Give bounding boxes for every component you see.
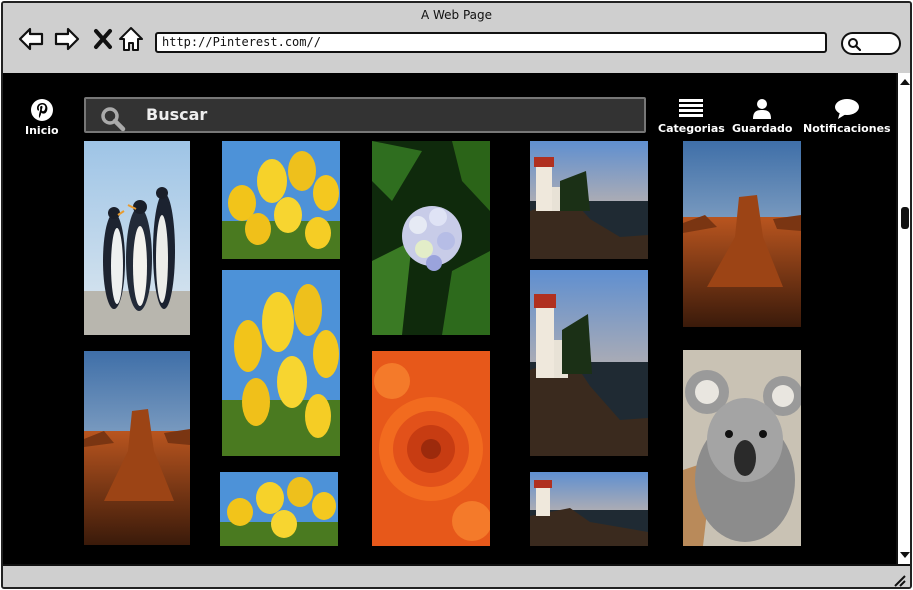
desert-rock-image [84, 351, 190, 545]
tulips-image [220, 472, 338, 546]
pin-image-tulips[interactable] [220, 472, 338, 546]
resize-grip-icon[interactable] [892, 573, 906, 587]
search-input[interactable]: Buscar [84, 97, 646, 133]
nav-notifications-label: Notificaciones [803, 122, 891, 135]
pin-image-desert-rock[interactable] [683, 141, 801, 327]
status-bar [3, 564, 910, 587]
pin-image-lighthouse[interactable] [530, 141, 648, 259]
page-content: Inicio Buscar Categorias Guardado Notifi… [3, 73, 896, 564]
menu-lines-icon [679, 99, 704, 117]
penguins-image [84, 141, 190, 335]
nav-notifications[interactable]: Notificaciones [803, 98, 891, 135]
desert-rock-image [683, 141, 801, 327]
nav-home[interactable]: Inicio [25, 98, 59, 137]
browser-titlebar: A Web Page http://Pinterest.com// [3, 3, 910, 73]
pin-image-penguins[interactable] [84, 141, 190, 335]
hydrangea-image [372, 141, 490, 335]
orange-chrysanthemum-image [372, 351, 490, 546]
pin-image-lighthouse[interactable] [530, 270, 648, 456]
tulips-image [222, 270, 340, 456]
nav-categories-label: Categorias [658, 122, 725, 135]
search-icon [848, 38, 861, 51]
lighthouse-image [530, 472, 648, 546]
arrow-left-icon [18, 27, 44, 51]
search-icon [101, 107, 126, 132]
tulips-image [222, 141, 340, 259]
pin-image-hydrangea[interactable] [372, 141, 490, 335]
vertical-scrollbar[interactable] [896, 73, 912, 564]
stop-button[interactable] [89, 25, 117, 53]
lighthouse-image [530, 270, 648, 456]
pin-image-koala[interactable] [683, 350, 801, 546]
scroll-up-icon[interactable] [898, 75, 912, 89]
pinterest-logo-icon [30, 99, 53, 121]
close-icon [94, 29, 112, 49]
user-icon [753, 99, 772, 119]
scroll-thumb[interactable] [901, 207, 909, 229]
pin-image-orange-chrysanthemum[interactable] [372, 351, 490, 546]
lighthouse-image [530, 141, 648, 259]
arrow-right-icon [54, 27, 80, 51]
nav-categories[interactable]: Categorias [658, 98, 725, 135]
nav-saved-label: Guardado [732, 122, 793, 135]
pin-image-tulips[interactable] [222, 141, 340, 259]
pin-image-lighthouse[interactable] [530, 472, 648, 546]
pin-image-desert-rock[interactable] [84, 351, 190, 545]
browser-search-field[interactable] [841, 32, 901, 55]
nav-saved[interactable]: Guardado [732, 98, 792, 135]
nav-home-label: Inicio [25, 124, 59, 137]
koala-image [683, 350, 801, 546]
scroll-down-icon[interactable] [898, 548, 912, 562]
home-icon [119, 27, 143, 51]
forward-button[interactable] [53, 25, 81, 53]
window-title: A Web Page [420, 8, 493, 22]
search-placeholder: Buscar [146, 105, 208, 124]
home-button[interactable] [117, 25, 145, 53]
back-button[interactable] [17, 25, 45, 53]
speech-bubble-icon [834, 99, 859, 119]
browser-window: A Web Page http://Pinterest.com// Inicio… [1, 1, 912, 589]
pin-image-tulips[interactable] [222, 270, 340, 456]
url-bar[interactable]: http://Pinterest.com// [155, 32, 827, 53]
